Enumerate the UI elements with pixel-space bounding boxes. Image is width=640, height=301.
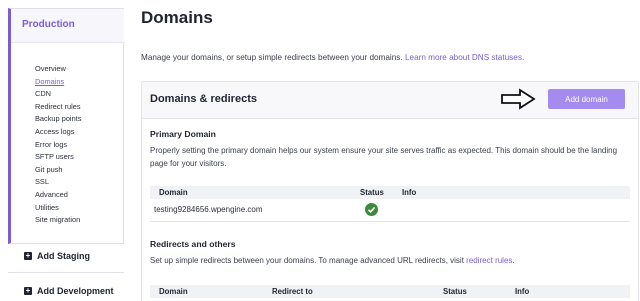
redirects-tail: .	[512, 256, 515, 265]
column-domain: Domain	[159, 188, 188, 197]
nav-item-cdn[interactable]: CDN	[35, 88, 81, 101]
column-domain: Domain	[159, 287, 188, 296]
sidebar-divider	[8, 272, 124, 273]
redirects-table-header: Domain Redirect to Status Info	[150, 285, 630, 298]
nav-item-backup-points[interactable]: Backup points	[35, 113, 81, 126]
domains-card: Domains & redirects Add domain Primary D…	[141, 81, 639, 301]
plus-icon: +	[24, 286, 32, 295]
dns-statuses-link[interactable]: Learn more about DNS statuses	[405, 53, 522, 62]
add-development-button[interactable]: + Add Development	[24, 286, 114, 296]
nav-item-domains[interactable]: Domains	[35, 76, 81, 89]
arrow-right-icon	[501, 88, 536, 110]
nav-item-error-logs[interactable]: Error logs	[35, 139, 81, 152]
column-info: Info	[515, 287, 530, 296]
intro-text: Manage your domains, or setup simple red…	[141, 53, 403, 62]
redirects-text: Set up simple redirects between your dom…	[150, 256, 464, 265]
environment-nav: Overview Domains CDN Redirect rules Back…	[35, 63, 81, 227]
nav-item-sftp-users[interactable]: SFTP users	[35, 151, 81, 164]
add-domain-button[interactable]: Add domain	[548, 89, 625, 109]
column-status: Status	[443, 287, 467, 296]
nav-item-access-logs[interactable]: Access logs	[35, 126, 81, 139]
redirect-rules-link[interactable]: redirect rules	[466, 256, 512, 265]
nav-item-ssl[interactable]: SSL	[35, 176, 81, 189]
check-circle-icon	[365, 203, 378, 216]
redirects-description: Set up simple redirects between your dom…	[150, 255, 628, 268]
nav-item-redirect-rules[interactable]: Redirect rules	[35, 101, 81, 114]
environment-header[interactable]: Production	[11, 9, 124, 43]
domain-cell: testing9284656.wpengine.com	[154, 205, 263, 214]
add-development-label: Add Development	[37, 286, 114, 296]
column-info: Info	[402, 188, 417, 197]
redirects-title: Redirects and others	[150, 239, 236, 249]
card-title: Domains & redirects	[150, 93, 257, 105]
primary-domain-description: Properly setting the primary domain help…	[150, 146, 618, 168]
nav-item-utilities[interactable]: Utilities	[35, 202, 81, 215]
plus-icon: +	[24, 251, 32, 260]
column-status: Status	[360, 188, 384, 197]
card-header: Domains & redirects Add domain	[142, 82, 638, 119]
environment-panel: Production Overview Domains CDN Redirect…	[8, 8, 124, 244]
column-redirect-to: Redirect to	[272, 287, 313, 296]
add-staging-label: Add Staging	[37, 251, 90, 261]
row-divider	[150, 221, 630, 222]
environment-title: Production	[22, 19, 75, 30]
primary-table-header: Domain Status Info	[150, 186, 630, 199]
page-intro: Manage your domains, or setup simple red…	[141, 53, 524, 62]
nav-item-overview[interactable]: Overview	[35, 63, 81, 76]
sidebar: Production Overview Domains CDN Redirect…	[0, 0, 124, 301]
nav-item-git-push[interactable]: Git push	[35, 164, 81, 177]
add-staging-button[interactable]: + Add Staging	[24, 251, 90, 261]
page-title: Domains	[141, 8, 213, 27]
primary-domain-title: Primary Domain	[150, 129, 216, 139]
nav-item-site-migration[interactable]: Site migration	[35, 214, 81, 227]
intro-tail: .	[521, 53, 525, 62]
nav-item-advanced[interactable]: Advanced	[35, 189, 81, 202]
